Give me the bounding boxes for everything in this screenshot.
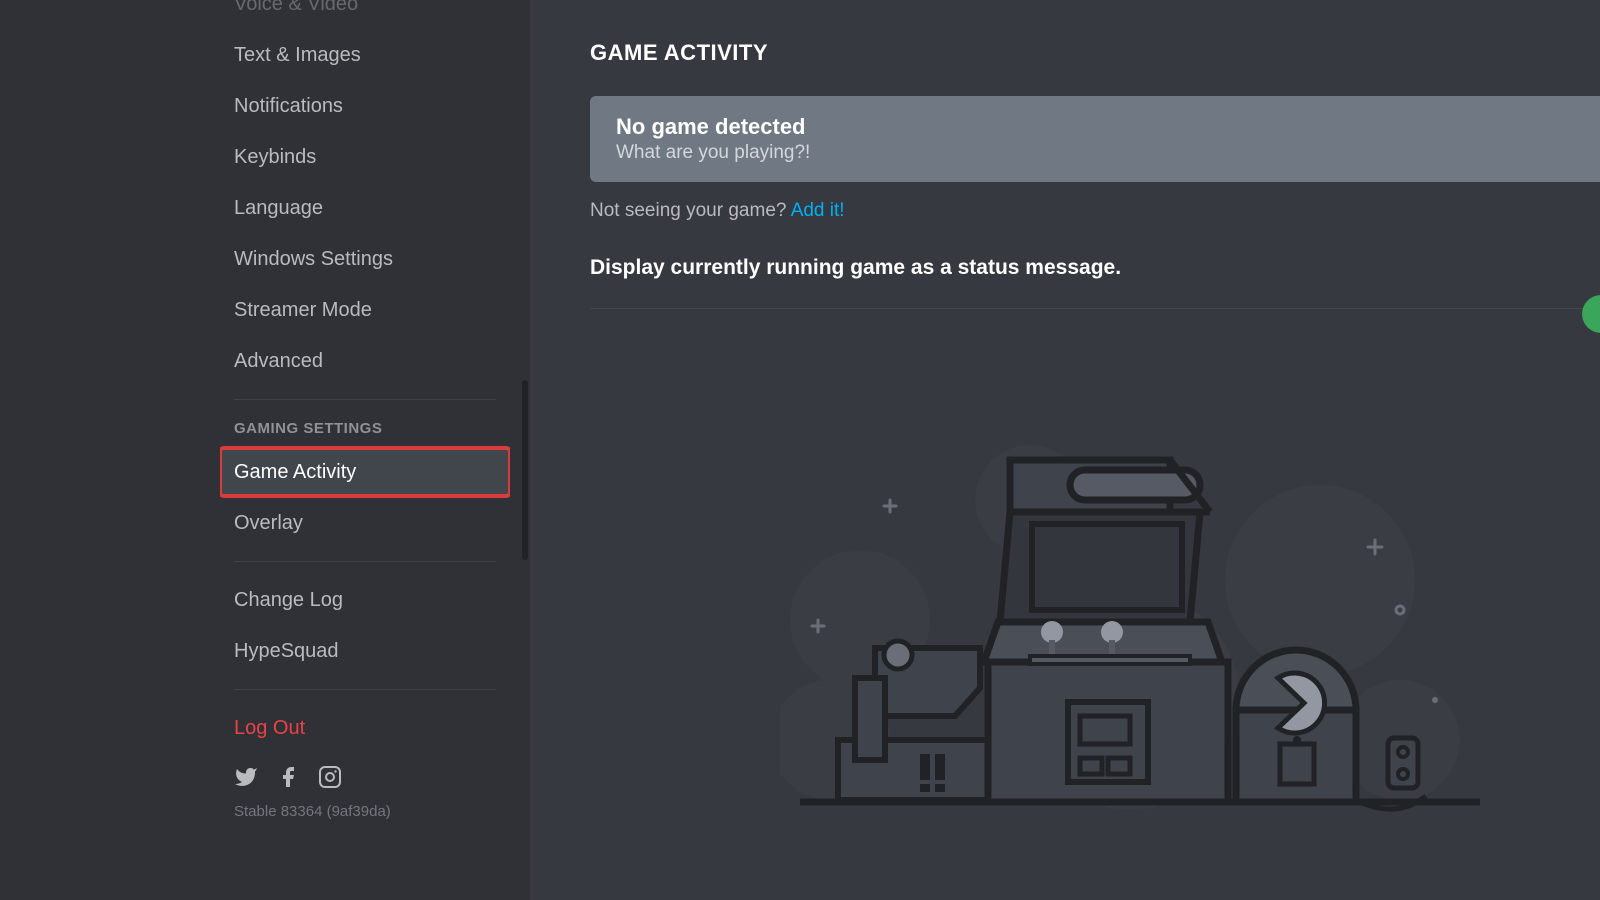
sidebar-item-language[interactable]: Language — [220, 184, 510, 232]
divider — [234, 561, 496, 562]
sidebar-item-notifications[interactable]: Notifications — [220, 82, 510, 130]
facebook-icon[interactable] — [276, 765, 300, 789]
sidebar-item-hypesquad[interactable]: HypeSquad — [220, 627, 510, 675]
display-game-toggle-label: Display currently running game as a stat… — [590, 256, 1600, 280]
sidebar-item-windows-settings[interactable]: Windows Settings — [220, 235, 510, 283]
sidebar-item-overlay[interactable]: Overlay — [220, 499, 510, 547]
divider — [234, 689, 496, 690]
sidebar-item-advanced[interactable]: Advanced — [220, 337, 510, 385]
notice-heading: No game detected — [616, 114, 1574, 140]
content-pane: GAME ACTIVITY No game detected What are … — [530, 0, 1600, 900]
sidebar-item-logout[interactable]: Log Out — [220, 704, 510, 752]
add-game-link[interactable]: Add it! — [791, 200, 845, 221]
settings-sidebar: Voice & Video Text & Images Notification… — [0, 0, 530, 900]
add-game-prompt-text: Not seeing your game? — [590, 200, 791, 221]
game-detection-card: No game detected What are you playing?! — [590, 96, 1600, 182]
sidebar-item-game-activity[interactable]: Game Activity — [220, 448, 510, 496]
add-game-prompt: Not seeing your game? Add it! — [590, 200, 1600, 222]
sidebar-item-voice-video[interactable]: Voice & Video — [220, 0, 510, 28]
section-header-gaming: GAMING SETTINGS — [220, 414, 510, 445]
settings-page: Voice & Video Text & Images Notification… — [0, 0, 1600, 900]
version-info: Stable 83364 (9af39da) — [220, 793, 510, 830]
instagram-icon[interactable] — [318, 765, 342, 789]
divider — [234, 399, 496, 400]
empty-state-illustration — [780, 440, 1500, 840]
social-links — [220, 755, 510, 793]
divider — [590, 308, 1600, 309]
sidebar-item-text-images[interactable]: Text & Images — [220, 31, 510, 79]
twitter-icon[interactable] — [234, 765, 258, 789]
sidebar-scrollbar[interactable] — [522, 380, 528, 560]
sidebar-item-streamer-mode[interactable]: Streamer Mode — [220, 286, 510, 334]
sidebar-item-change-log[interactable]: Change Log — [220, 576, 510, 624]
sidebar-item-keybinds[interactable]: Keybinds — [220, 133, 510, 181]
page-title: GAME ACTIVITY — [590, 40, 1600, 66]
sidebar-gutter — [0, 0, 210, 900]
display-game-toggle[interactable] — [1582, 295, 1600, 333]
notice-subtext: What are you playing?! — [616, 142, 1574, 164]
